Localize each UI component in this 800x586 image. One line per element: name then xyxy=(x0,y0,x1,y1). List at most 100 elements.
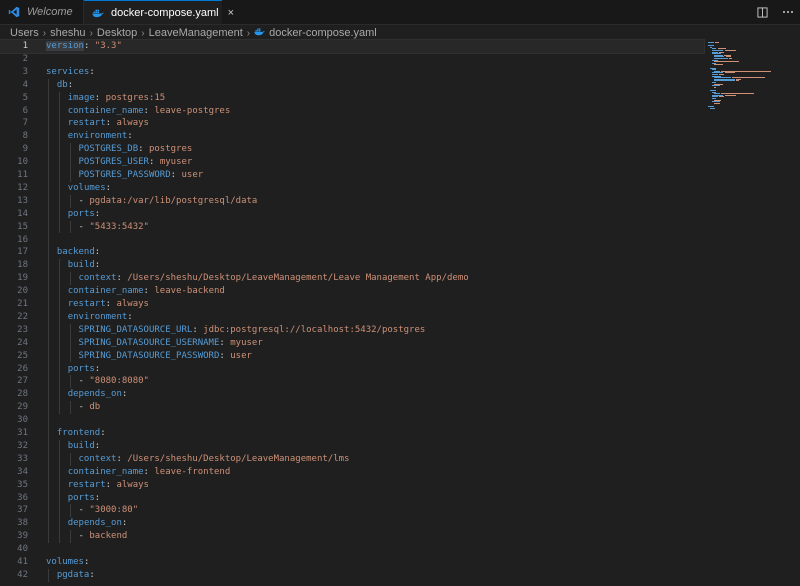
code-line[interactable]: 19 context: /Users/sheshu/Desktop/LeaveM… xyxy=(0,272,704,285)
indent-guide xyxy=(69,272,71,286)
code-line[interactable]: 34 container_name: leave-frontend xyxy=(0,466,704,479)
yaml-list-item: pgdata:/var/lib/postgresql/data xyxy=(89,195,258,206)
line-number: 24 xyxy=(17,337,28,348)
code-line[interactable]: 15 - "5433:5432" xyxy=(0,221,704,234)
code-line[interactable]: 30 xyxy=(0,414,704,427)
indent-guide xyxy=(69,194,71,208)
yaml-colon: : xyxy=(100,428,106,438)
line-number: 35 xyxy=(17,479,28,490)
code-line[interactable]: 23 SPRING_DATASOURCE_URL: jdbc:postgresq… xyxy=(0,324,704,337)
code-line[interactable]: 24 SPRING_DATASOURCE_USERNAME: myuser xyxy=(0,337,704,350)
minimap-line xyxy=(714,64,723,66)
minimap[interactable] xyxy=(704,40,800,586)
line-number: 26 xyxy=(17,363,28,374)
breadcrumb-item-users[interactable]: Users xyxy=(10,27,39,39)
tab-label: Welcome xyxy=(27,6,73,18)
split-editor-icon[interactable] xyxy=(757,6,768,18)
code-line[interactable]: 38 depends_on: xyxy=(0,517,704,530)
line-number: 36 xyxy=(17,492,28,503)
code-line[interactable]: 17 backend: xyxy=(0,246,704,259)
yaml-value: always xyxy=(116,479,149,490)
line-number: 37 xyxy=(17,505,28,516)
minimap-line xyxy=(708,42,714,43)
line-content: - "8080:8080" xyxy=(46,375,149,388)
minimap-line xyxy=(714,80,735,82)
code-line[interactable]: 29 - db xyxy=(0,401,704,414)
yaml-key: SPRING_DATASOURCE_URL xyxy=(78,324,193,335)
code-line[interactable]: 18 build: xyxy=(0,259,704,272)
more-actions-icon[interactable] xyxy=(782,10,794,14)
code-line[interactable]: 11 POSTGRES_PASSWORD: user xyxy=(0,169,704,182)
code-line[interactable]: 14 ports: xyxy=(0,208,704,221)
line-content: POSTGRES_USER: myuser xyxy=(46,156,193,169)
indent-guide xyxy=(69,323,71,363)
code-line[interactable]: 26 ports: xyxy=(0,363,704,376)
line-content: ports: xyxy=(46,208,101,221)
yaml-colon: : xyxy=(94,492,101,503)
breadcrumb-file-label: docker-compose.yaml xyxy=(269,27,377,39)
code-line[interactable]: 13 - pgdata:/var/lib/postgresql/data xyxy=(0,195,704,208)
code-line[interactable]: 27 - "8080:8080" xyxy=(0,375,704,388)
line-number: 5 xyxy=(22,92,28,103)
yaml-colon: : xyxy=(116,273,122,284)
minimap-line xyxy=(714,86,716,88)
breadcrumb-item-file[interactable]: docker-compose.yaml xyxy=(254,27,377,39)
code-line[interactable]: 22 environment: xyxy=(0,311,704,324)
yaml-value: leave-postgres xyxy=(154,105,231,116)
line-number: 22 xyxy=(17,311,28,322)
code-line[interactable]: 28 depends_on: xyxy=(0,388,704,401)
code-line[interactable]: 42 pgdata: xyxy=(0,569,704,582)
code-line[interactable]: 1 version: "3.3" xyxy=(0,39,705,54)
code-line[interactable]: 32 build: xyxy=(0,440,704,453)
code-line[interactable]: 16 xyxy=(0,234,704,247)
code-line[interactable]: 31 frontend: xyxy=(0,427,704,440)
code-line[interactable]: 9 POSTGRES_DB: postgres xyxy=(0,143,704,156)
line-content: SPRING_DATASOURCE_URL: jdbc:postgresql:/… xyxy=(46,324,426,337)
yaml-colon: : xyxy=(143,105,149,116)
tab-docker-compose[interactable]: docker-compose.yaml × xyxy=(84,0,234,24)
code-line[interactable]: 7 restart: always xyxy=(0,117,704,130)
breadcrumb-item-leavemanagement[interactable]: LeaveManagement xyxy=(149,27,243,39)
code-line[interactable]: 6 container_name: leave-postgres xyxy=(0,105,704,118)
line-number: 11 xyxy=(17,170,28,180)
tab-welcome[interactable]: Welcome xyxy=(0,0,84,24)
line-number: 7 xyxy=(22,118,28,129)
yaml-key: ports xyxy=(67,492,95,503)
code-line[interactable]: 36 ports: xyxy=(0,492,704,505)
line-number: 17 xyxy=(17,247,28,258)
line-content: SPRING_DATASOURCE_USERNAME: myuser xyxy=(46,337,263,350)
close-icon[interactable]: × xyxy=(228,7,234,19)
yaml-value: always xyxy=(116,299,149,309)
yaml-colon: : xyxy=(105,182,112,193)
yaml-colon: : xyxy=(67,79,74,90)
code-editor[interactable]: 1 version: "3.3" 2 3 services: 4 db: 5 image: … xyxy=(0,39,705,586)
code-line[interactable]: 20 container_name: leave-backend xyxy=(0,285,704,298)
code-line[interactable]: 21 restart: always xyxy=(0,298,704,311)
code-line[interactable]: 3 services: xyxy=(0,66,704,79)
code-line[interactable]: 35 restart: always xyxy=(0,479,704,492)
yaml-colon: : xyxy=(170,170,177,180)
code-line[interactable]: 37 - "3000:80" xyxy=(0,504,704,517)
indent-guide xyxy=(58,91,60,234)
breadcrumb-item-sheshu[interactable]: sheshu xyxy=(50,27,85,39)
indent-guide xyxy=(69,504,71,518)
yaml-colon: : xyxy=(94,440,101,451)
code-line[interactable]: 10 POSTGRES_USER: myuser xyxy=(0,156,704,169)
code-line[interactable]: 8 environment: xyxy=(0,130,704,143)
breadcrumb-item-desktop[interactable]: Desktop xyxy=(97,27,137,39)
line-content: volumes: xyxy=(46,182,111,195)
yaml-key: container_name xyxy=(67,466,144,477)
yaml-value: user xyxy=(181,170,204,180)
line-number: 9 xyxy=(22,144,28,155)
code-line[interactable]: 25 SPRING_DATASOURCE_PASSWORD: user xyxy=(0,350,704,363)
code-line[interactable]: 41 volumes: xyxy=(0,556,704,569)
code-line[interactable]: 39 - backend xyxy=(0,530,704,543)
line-content: SPRING_DATASOURCE_PASSWORD: user xyxy=(46,350,252,363)
code-line[interactable]: 12 volumes: xyxy=(0,182,704,195)
yaml-key: ports xyxy=(67,363,95,374)
code-line[interactable]: 4 db: xyxy=(0,79,704,92)
code-line[interactable]: 2 xyxy=(0,53,704,66)
code-line[interactable]: 5 image: postgres:15 xyxy=(0,92,704,105)
code-line[interactable]: 33 context: /Users/sheshu/Desktop/LeaveM… xyxy=(0,453,704,466)
code-line[interactable]: 40 xyxy=(0,543,704,556)
